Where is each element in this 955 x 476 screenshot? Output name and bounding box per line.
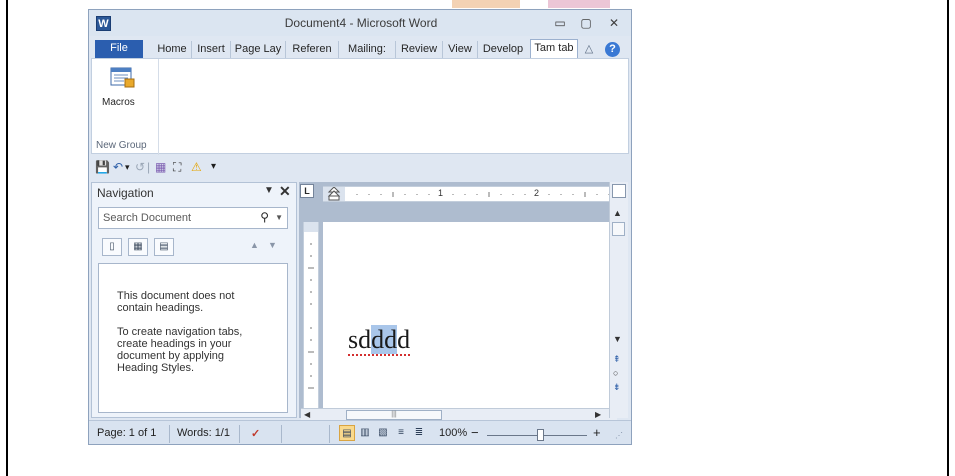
tab-selector-button[interactable]: L [300, 184, 314, 198]
undo-icon[interactable]: ↶ [113, 159, 123, 175]
view-ruler-icon[interactable] [612, 184, 626, 198]
status-divider [239, 425, 240, 443]
browse-headings-icon[interactable]: ▯ [102, 238, 122, 256]
next-heading-icon[interactable]: ▼ [268, 240, 277, 250]
background-window-tab[interactable] [548, 0, 610, 8]
network-icon[interactable]: ⛶ [173, 159, 181, 175]
horizontal-ruler[interactable]: 1 2 [323, 186, 617, 202]
close-button[interactable]: ✕ [601, 14, 627, 32]
search-placeholder: Search Document [103, 212, 192, 224]
next-page-icon[interactable]: ⇟ [613, 382, 621, 393]
horizontal-scroll-thumb[interactable]: ||| [346, 410, 442, 420]
nav-results-panel: This document does not contain headings.… [98, 263, 288, 413]
status-divider [169, 425, 170, 443]
no-headings-message: This document does not contain headings. [117, 290, 235, 314]
nav-view-tabs: ▯ ▦ ▤ ▲ ▼ [98, 235, 288, 261]
navigation-pane: Navigation ▼ ✕ Search Document ⚲ ▼ ▯ ▦ ▤… [91, 182, 297, 418]
previous-heading-icon[interactable]: ▲ [250, 240, 259, 250]
outline-view-icon[interactable]: ≡ [393, 425, 409, 441]
browse-results-icon[interactable]: ▤ [154, 238, 174, 256]
macros-icon [110, 67, 135, 88]
undo-dropdown-icon[interactable]: ▾ [125, 159, 130, 175]
vertical-scroll-thumb[interactable] [612, 222, 625, 236]
help-icon[interactable]: ? [605, 42, 620, 57]
page-count[interactable]: Page: 1 of 1 [97, 427, 156, 439]
ruler-ticks [327, 187, 610, 201]
redo-icon[interactable]: ↺ [135, 159, 145, 175]
tab-references[interactable]: Referen [286, 41, 339, 58]
search-icon[interactable]: ⚲ [260, 210, 269, 224]
vertical-ruler[interactable] [303, 222, 319, 408]
nav-options-icon[interactable]: ▼ [264, 185, 274, 196]
tab-review[interactable]: Review [396, 41, 443, 58]
ruler-label-1: 1 [438, 188, 444, 198]
proofing-icon[interactable]: ✓ [251, 427, 260, 440]
minimize-button[interactable]: ▭ [547, 14, 573, 32]
status-bar: Page: 1 of 1 Words: 1/1 ✓ ▤ ▥ ▧ ≡ ≣ 100%… [89, 420, 631, 444]
web-layout-icon[interactable]: ▧ [375, 425, 391, 441]
scroll-down-icon[interactable]: ▼ [613, 334, 622, 344]
vertical-scrollbar[interactable]: ▲ ▼ ⇞ ○ ⇟ [609, 182, 628, 418]
group-label: New Group [96, 140, 147, 151]
zoom-level[interactable]: 100% [439, 427, 467, 439]
screen-border-right [947, 0, 949, 476]
selected-text: dd [371, 325, 398, 354]
group-divider [158, 59, 159, 155]
full-screen-reading-icon[interactable]: ▥ [357, 425, 373, 441]
document-page[interactable]: sdddd [323, 222, 609, 408]
ruler-label-2: 2 [534, 188, 540, 198]
tab-insert[interactable]: Insert [192, 41, 231, 58]
screen-border-left [6, 0, 8, 476]
select-browse-object-icon[interactable]: ○ [613, 368, 618, 378]
customize-qat-icon[interactable]: ▾ [211, 159, 216, 175]
browse-pages-icon[interactable]: ▦ [128, 238, 148, 256]
tab-developer[interactable]: Develop [478, 41, 528, 58]
tab-mailings[interactable]: Mailing: [339, 41, 396, 58]
draft-view-icon[interactable]: ≣ [411, 425, 427, 441]
resize-grip-icon[interactable]: ⋰ [615, 431, 623, 440]
zoom-slider-thumb[interactable] [537, 429, 544, 441]
tab-tam-tab[interactable]: Tam tab [530, 39, 578, 58]
zoom-out-icon[interactable]: − [471, 425, 479, 440]
tab-view[interactable]: View [443, 41, 478, 58]
vertical-ruler-ticks [304, 222, 318, 389]
zoom-in-icon[interactable]: + [593, 425, 601, 440]
text-run: d [397, 325, 411, 354]
previous-page-icon[interactable]: ⇞ [613, 354, 621, 365]
text-run: sd [348, 325, 372, 354]
print-layout-view-icon[interactable]: ▤ [339, 425, 355, 441]
status-divider [329, 425, 330, 443]
word-window: W Document4 - Microsoft Word ▭ ▢ ✕ File … [88, 9, 632, 445]
search-document-input[interactable]: Search Document ⚲ ▼ [98, 207, 288, 229]
headings-help-message: To create navigation tabs, create headin… [117, 326, 243, 374]
tab-page-layout[interactable]: Page Lay [231, 41, 286, 58]
tab-home[interactable]: Home [153, 41, 192, 58]
background-window-tab[interactable] [452, 0, 520, 8]
word-count[interactable]: Words: 1/1 [177, 427, 230, 439]
document-area: L 1 2 sdddd ◀ ||| ▶ [299, 182, 617, 421]
save-icon[interactable]: 💾 [95, 159, 110, 175]
scroll-left-icon[interactable]: ◀ [304, 410, 310, 419]
document-text[interactable]: sdddd [348, 325, 411, 356]
scroll-up-icon[interactable]: ▲ [613, 208, 622, 218]
scroll-right-icon[interactable]: ▶ [595, 410, 601, 419]
ribbon-minimize-icon[interactable]: △ [581, 41, 597, 58]
qat-separator: | [147, 160, 151, 174]
search-options-icon[interactable]: ▼ [275, 213, 283, 222]
ribbon-panel: Macros New Group [91, 58, 629, 155]
nav-close-icon[interactable]: ✕ [279, 183, 291, 200]
ribbon-tab-bar: File Home Insert Page Lay Referen Mailin… [89, 36, 631, 58]
title-bar[interactable]: W Document4 - Microsoft Word ▭ ▢ ✕ [89, 10, 631, 36]
status-divider [281, 425, 282, 443]
warning-icon[interactable]: ⚠ [191, 159, 202, 175]
restore-button[interactable]: ▢ [573, 14, 599, 32]
nav-pane-title: Navigation [97, 186, 154, 200]
macros-label: Macros [102, 97, 135, 108]
table-icon[interactable]: ▦ [155, 159, 166, 175]
quick-access-toolbar: 💾 ↶ ▾ ↺ | ▦ ⛶ ⚠ ▾ [89, 156, 631, 178]
tab-file[interactable]: File [95, 40, 143, 58]
